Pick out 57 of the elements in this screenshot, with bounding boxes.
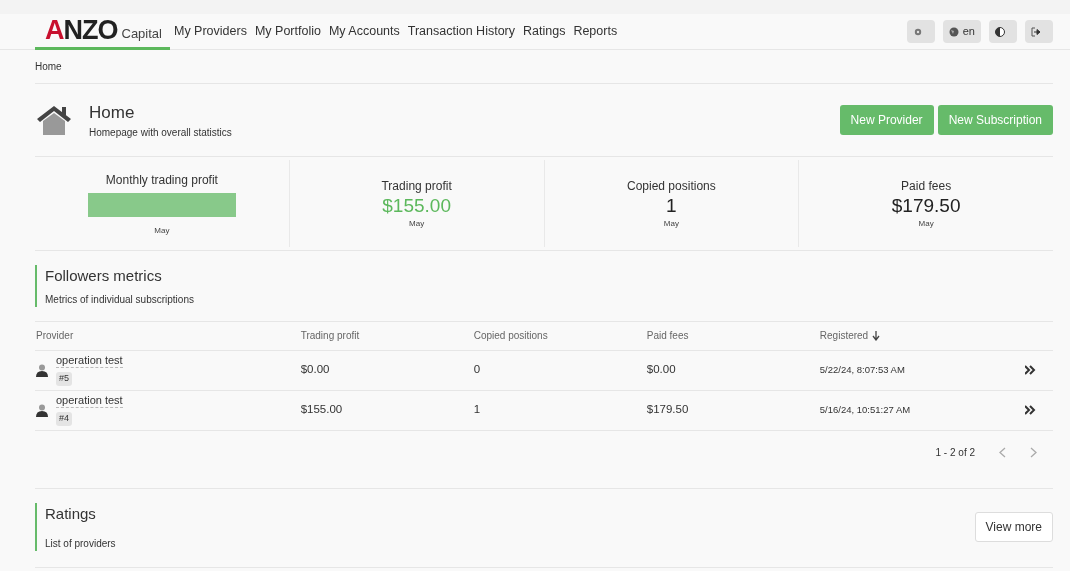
double-chevron-icon[interactable]: [1025, 405, 1037, 416]
logo[interactable]: ANZO Capital: [35, 13, 170, 50]
section-title: Ratings: [45, 503, 97, 524]
table-cell: 5/22/24, 8:07:53 AM: [819, 364, 905, 376]
table-cell: $0.00: [646, 363, 676, 376]
theme-button[interactable]: [989, 20, 1017, 43]
section-subtitle: List of providers: [45, 536, 116, 551]
stat-label: Copied positions: [627, 178, 716, 196]
contrast-icon: [995, 26, 1005, 37]
nav-link[interactable]: Ratings: [519, 22, 570, 41]
column-header[interactable]: Copied positions: [473, 328, 548, 343]
nav-link[interactable]: My Portfolio: [250, 22, 325, 41]
page-title: Home: [89, 101, 136, 124]
stat-period: May: [663, 217, 679, 230]
provider-name[interactable]: operation test: [56, 354, 123, 369]
logout-icon: [1031, 26, 1041, 37]
nav-link[interactable]: Transaction History: [403, 22, 519, 41]
stat-value: 1: [666, 195, 677, 218]
stat-label: Monthly trading profit: [105, 171, 218, 189]
settings-button[interactable]: [906, 20, 935, 43]
language-button[interactable]: en: [942, 20, 981, 43]
logout-button[interactable]: [1025, 20, 1053, 43]
section-title: Followers metrics: [45, 266, 163, 286]
column-header[interactable]: Registered: [819, 328, 881, 343]
person-icon: [36, 403, 48, 417]
table-cell: $179.50: [646, 403, 689, 416]
view-more-button[interactable]: View more: [974, 511, 1053, 542]
provider-id: #4: [56, 412, 72, 426]
pagination-info: 1 - 2 of 2: [935, 445, 975, 460]
table-cell: 5/16/24, 10:51:27 AM: [819, 404, 911, 416]
stat-value: $155.00: [382, 195, 451, 218]
stat-period: May: [409, 217, 425, 230]
column-header[interactable]: Provider: [36, 328, 74, 343]
page-subtitle: Homepage with overall statistics: [89, 126, 232, 141]
provider-id: #5: [56, 372, 72, 386]
nav-link[interactable]: My Providers: [169, 22, 251, 41]
table-cell: 1: [473, 403, 481, 416]
column-header[interactable]: Trading profit: [300, 328, 360, 343]
table-cell: $0.00: [300, 363, 330, 376]
globe-icon: [948, 26, 959, 37]
double-chevron-icon[interactable]: [1025, 365, 1037, 376]
stat-period: May: [918, 217, 934, 230]
stat-label: Paid fees: [901, 178, 952, 196]
stat-period: May: [154, 224, 170, 237]
nav-link[interactable]: My Accounts: [324, 22, 404, 41]
gear-icon: [912, 26, 923, 37]
person-icon: [36, 363, 48, 377]
table-cell: 0: [473, 363, 481, 376]
house-icon: [35, 104, 73, 136]
nav-link[interactable]: Reports: [569, 22, 622, 41]
stat-label: Trading profit: [381, 178, 452, 196]
column-header[interactable]: Paid fees: [646, 328, 689, 343]
breadcrumb-item[interactable]: Home: [35, 59, 62, 74]
provider-name[interactable]: operation test: [56, 394, 123, 409]
table-cell: $155.00: [300, 403, 343, 416]
stat-value: $179.50: [891, 195, 961, 218]
section-subtitle: Metrics of individual subscriptions: [45, 292, 195, 307]
